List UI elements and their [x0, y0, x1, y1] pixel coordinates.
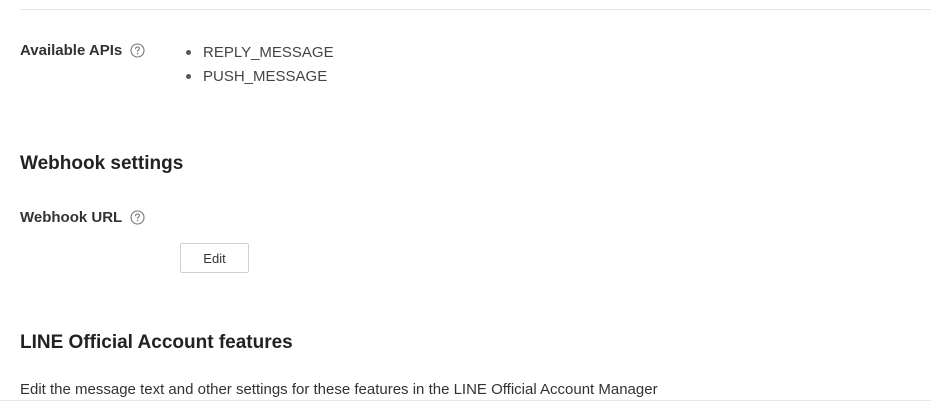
edit-webhook-url-button[interactable]: Edit: [180, 243, 249, 273]
api-item-label: REPLY_MESSAGE: [203, 43, 334, 61]
top-divider: [20, 9, 931, 10]
bullet-icon: [186, 73, 191, 79]
available-apis-label-row: Available APIs: [20, 42, 145, 59]
api-item-label: PUSH_MESSAGE: [203, 67, 328, 85]
list-item: PUSH_MESSAGE: [186, 64, 334, 88]
help-circle-icon[interactable]: [130, 43, 145, 58]
official-account-features-title: LINE Official Account features: [20, 332, 293, 353]
bottom-divider: [0, 400, 931, 401]
list-item: REPLY_MESSAGE: [186, 40, 334, 64]
available-apis-list: REPLY_MESSAGE PUSH_MESSAGE: [186, 40, 334, 88]
bullet-icon: [186, 49, 191, 55]
available-apis-label: Available APIs: [20, 42, 123, 59]
help-circle-icon[interactable]: [130, 210, 145, 225]
webhook-url-label: Webhook URL: [20, 209, 123, 226]
webhook-url-label-row: Webhook URL: [20, 209, 145, 226]
official-account-features-description: Edit the message text and other settings…: [20, 381, 658, 398]
webhook-settings-title: Webhook settings: [20, 153, 184, 174]
